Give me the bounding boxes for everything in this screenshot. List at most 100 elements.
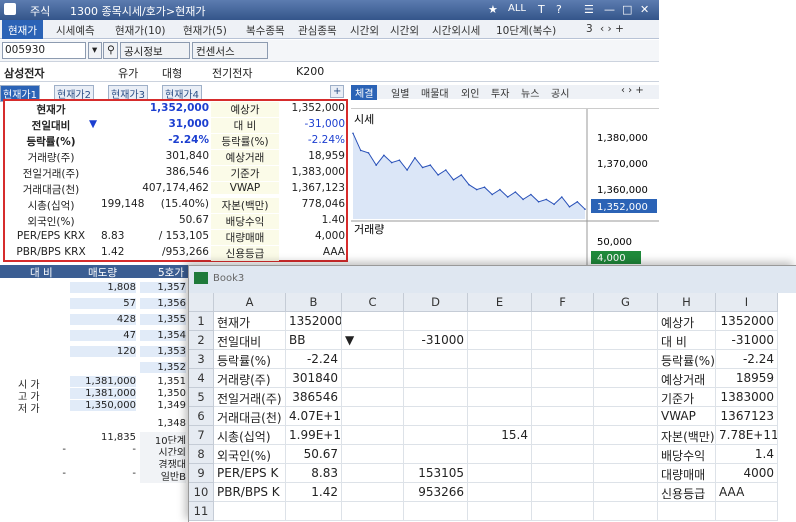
search-icon[interactable]: ⚲	[103, 42, 118, 59]
excel-cell[interactable]	[342, 350, 404, 369]
excel-cell[interactable]: 953266	[404, 483, 468, 502]
excel-cell[interactable]: 예상가	[658, 312, 716, 331]
excel-cell[interactable]: -31000	[716, 331, 778, 350]
row-header[interactable]: 4	[189, 369, 214, 388]
tab-daily[interactable]: 일별	[391, 85, 409, 100]
excel-cell[interactable]	[594, 464, 658, 483]
excel-cell[interactable]: 시총(십억)	[214, 426, 286, 445]
excel-cell[interactable]	[468, 312, 532, 331]
excel-cell[interactable]	[468, 331, 532, 350]
excel-cell[interactable]: PBR/BPS K	[214, 483, 286, 502]
excel-cell[interactable]	[532, 312, 594, 331]
select-all-corner[interactable]	[189, 293, 214, 312]
excel-cell[interactable]	[404, 445, 468, 464]
excel-cell[interactable]	[468, 407, 532, 426]
excel-cell[interactable]	[532, 426, 594, 445]
excel-cell[interactable]: BB	[286, 331, 342, 350]
excel-cell[interactable]	[532, 331, 594, 350]
column-header[interactable]: E	[468, 293, 532, 312]
excel-cell[interactable]	[404, 407, 468, 426]
excel-cell[interactable]: ▼	[342, 331, 404, 350]
tab-multi[interactable]: 복수종목	[246, 23, 285, 38]
tab-volume-profile[interactable]: 매물대	[421, 85, 449, 100]
excel-cell[interactable]	[532, 388, 594, 407]
excel-cell[interactable]: 대량매매	[658, 464, 716, 483]
excel-cell[interactable]	[404, 388, 468, 407]
tab-price10[interactable]: 현재가(10)	[115, 23, 166, 38]
close-icon[interactable]: ✕	[640, 3, 649, 16]
excel-cell[interactable]	[342, 369, 404, 388]
excel-cell[interactable]	[468, 464, 532, 483]
tab-3[interactable]: 3	[586, 23, 593, 35]
tab-afterhours1[interactable]: 시간외	[350, 23, 379, 38]
excel-cell[interactable]	[594, 502, 658, 521]
tab-investor[interactable]: 투자	[491, 85, 509, 100]
column-header[interactable]: F	[532, 293, 594, 312]
scroll-arrows-icon[interactable]: ‹ › +	[600, 23, 624, 35]
excel-cell[interactable]: 1.4	[716, 445, 778, 464]
excel-cell[interactable]	[342, 445, 404, 464]
excel-cell[interactable]	[404, 426, 468, 445]
star-icon[interactable]: ★	[488, 3, 498, 16]
excel-cell[interactable]: VWAP	[658, 407, 716, 426]
add-icon[interactable]: +	[330, 85, 345, 98]
row-header[interactable]: 2	[189, 331, 214, 350]
scroll-arrows-icon[interactable]: ‹ › +	[621, 85, 644, 96]
excel-cell[interactable]: 전일거래(주)	[214, 388, 286, 407]
excel-cell[interactable]: 예상거래	[658, 369, 716, 388]
excel-cell[interactable]	[594, 388, 658, 407]
excel-cell[interactable]	[286, 502, 342, 521]
excel-cell[interactable]: 1352000	[286, 312, 342, 331]
excel-cell[interactable]: 거래량(주)	[214, 369, 286, 388]
excel-cell[interactable]	[404, 350, 468, 369]
excel-cell[interactable]	[594, 445, 658, 464]
column-header[interactable]: C	[342, 293, 404, 312]
excel-cell[interactable]: 50.67	[286, 445, 342, 464]
excel-cell[interactable]	[404, 312, 468, 331]
excel-cell[interactable]	[532, 502, 594, 521]
excel-cell[interactable]	[716, 502, 778, 521]
excel-cell[interactable]	[532, 350, 594, 369]
excel-cell[interactable]	[532, 464, 594, 483]
excel-cell[interactable]	[342, 388, 404, 407]
excel-cell[interactable]	[214, 502, 286, 521]
disclosure-button[interactable]: 공시정보	[120, 42, 190, 59]
excel-cell[interactable]: 배당수익	[658, 445, 716, 464]
excel-cell[interactable]	[342, 464, 404, 483]
tab-afterhours-price[interactable]: 시간외시세	[432, 23, 480, 38]
excel-cell[interactable]: 자본(백만)	[658, 426, 716, 445]
row-header[interactable]: 3	[189, 350, 214, 369]
row-header[interactable]: 8	[189, 445, 214, 464]
excel-cell[interactable]	[468, 502, 532, 521]
excel-cell[interactable]: 386546	[286, 388, 342, 407]
excel-cell[interactable]: 1.99E+14	[286, 426, 342, 445]
excel-cell[interactable]	[594, 350, 658, 369]
maximize-icon[interactable]: □	[622, 3, 632, 16]
excel-cell[interactable]	[342, 426, 404, 445]
tab-news[interactable]: 뉴스	[521, 85, 539, 100]
tab-trades[interactable]: 체결	[351, 85, 378, 100]
tab-forecast[interactable]: 시세예측	[56, 23, 95, 38]
excel-cell[interactable]	[594, 369, 658, 388]
column-header[interactable]: A	[214, 293, 286, 312]
excel-cell[interactable]	[404, 502, 468, 521]
excel-cell[interactable]	[594, 407, 658, 426]
tab-price5[interactable]: 현재가(5)	[183, 23, 227, 38]
text-icon[interactable]: T	[538, 3, 545, 16]
excel-cell[interactable]	[404, 369, 468, 388]
excel-cell[interactable]: 기준가	[658, 388, 716, 407]
column-header[interactable]: D	[404, 293, 468, 312]
excel-cell[interactable]	[468, 369, 532, 388]
row-header[interactable]: 1	[189, 312, 214, 331]
excel-cell[interactable]	[468, 445, 532, 464]
excel-cell[interactable]	[468, 350, 532, 369]
excel-cell[interactable]	[532, 407, 594, 426]
excel-cell[interactable]	[342, 502, 404, 521]
excel-cell[interactable]	[468, 388, 532, 407]
excel-cell[interactable]: -2.24	[286, 350, 342, 369]
tab-10level[interactable]: 10단계(복수)	[496, 23, 556, 38]
excel-cell[interactable]	[532, 483, 594, 502]
tab-foreign[interactable]: 외인	[461, 85, 479, 100]
excel-cell[interactable]: PER/EPS K	[214, 464, 286, 483]
row-header[interactable]: 7	[189, 426, 214, 445]
